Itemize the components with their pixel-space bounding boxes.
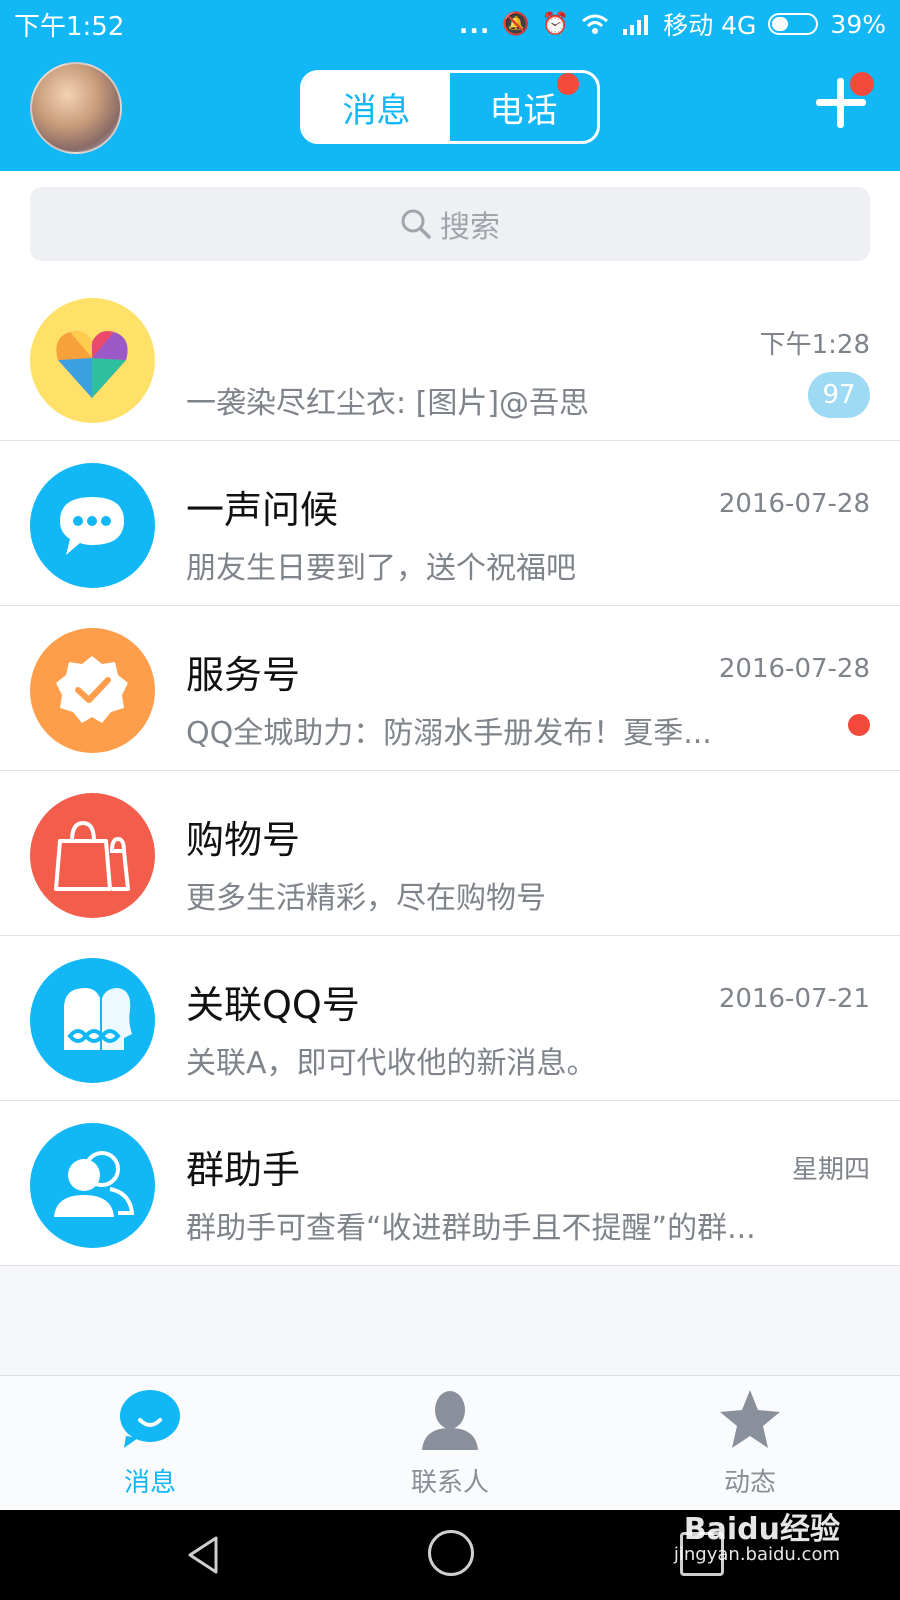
- mute-bell-icon: 🔕: [502, 11, 530, 37]
- conversation-name: 服务号: [186, 653, 301, 697]
- calls-unread-dot: [557, 73, 579, 95]
- conversation-preview: 一袭染尽红尘衣: [图片]@吾思: [186, 386, 590, 421]
- unread-dot: [848, 714, 870, 736]
- conversation-item[interactable]: 群助手 星期四 群助手可查看“收进群助手且不提醒”的群...: [0, 1101, 900, 1266]
- watermark-brand: Baidu经验: [683, 1512, 840, 1547]
- conversation-preview: 群助手可查看“收进群助手且不提醒”的群...: [186, 1211, 756, 1246]
- back-icon[interactable]: [180, 1530, 230, 1580]
- tab-messages[interactable]: 消息: [303, 73, 450, 141]
- add-button[interactable]: [816, 72, 874, 128]
- conversation-item[interactable]: 一声问候 2016-07-28 朋友生日要到了，送个祝福吧: [0, 441, 900, 606]
- unread-count-badge: 97: [808, 372, 870, 418]
- tab-calls-label: 电话: [489, 90, 558, 131]
- tab-feeds[interactable]: 动态: [600, 1376, 900, 1511]
- conversation-name: 一声问候: [186, 488, 339, 532]
- conversation-item[interactable]: 关联QQ号 2016-07-21 关联A，即可代收他的新消息。: [0, 936, 900, 1101]
- tab-contacts[interactable]: 联系人: [300, 1376, 600, 1511]
- tab-messages-bottom[interactable]: 消息: [0, 1376, 300, 1511]
- search-input[interactable]: 搜索: [30, 187, 870, 261]
- contacts-icon: [418, 1388, 482, 1452]
- search-icon: [400, 208, 432, 240]
- heart-icon: [30, 298, 155, 423]
- conversation-item[interactable]: 购物号 更多生活精彩，尽在购物号: [0, 771, 900, 936]
- battery-percent: 39%: [830, 9, 886, 39]
- conversation-name: 购物号: [186, 818, 301, 862]
- alarm-icon: ⏰: [541, 11, 570, 37]
- conversation-time: 下午1:28: [759, 330, 870, 360]
- search-area: 搜索: [0, 171, 900, 276]
- conversation-time: 2016-07-28: [718, 489, 870, 519]
- status-bar: 下午1:52 ... 🔕 ⏰ 移动 4G 39%: [0, 0, 900, 46]
- carrier-label: 移动 4G: [663, 11, 757, 40]
- conversation-name: 群助手: [186, 1148, 301, 1192]
- conversation-preview: 更多生活精彩，尽在购物号: [186, 881, 546, 916]
- conversation-preview: 朋友生日要到了，送个祝福吧: [186, 551, 576, 586]
- home-icon[interactable]: [428, 1530, 474, 1576]
- conversation-preview: 关联A，即可代收他的新消息。: [186, 1046, 597, 1081]
- conversation-preview: QQ全城助力：防溺水手册发布！夏季...: [186, 716, 712, 751]
- signal-icon: [623, 15, 649, 35]
- tab-messages-bottom-label: 消息: [123, 1468, 176, 1498]
- more-notifications-icon: ...: [458, 9, 491, 39]
- tab-calls[interactable]: 电话: [450, 73, 597, 141]
- battery-icon: [768, 13, 819, 35]
- linked-account-icon: [30, 958, 155, 1083]
- conversation-item[interactable]: 服务号 2016-07-28 QQ全城助力：防溺水手册发布！夏季...: [0, 606, 900, 771]
- tab-contacts-label: 联系人: [410, 1468, 489, 1498]
- group-helper-icon: [30, 1123, 155, 1248]
- service-badge-icon: [30, 628, 155, 753]
- conversation-name: 关联QQ号: [186, 983, 360, 1027]
- tab-feeds-label: 动态: [723, 1468, 776, 1498]
- watermark: Baidu经验 jingyan.baidu.com: [674, 1514, 840, 1564]
- chat-bubble-icon: [30, 463, 155, 588]
- search-placeholder: 搜索: [440, 210, 500, 245]
- header-tab-switch: 消息 电话: [300, 70, 600, 144]
- app-header: 消息 电话: [0, 46, 900, 171]
- tab-messages-label: 消息: [342, 90, 411, 131]
- conversation-time: 2016-07-28: [718, 654, 870, 684]
- wifi-icon: [582, 14, 609, 34]
- conversation-time: 星期四: [791, 1155, 870, 1185]
- system-nav-bar: Baidu经验 jingyan.baidu.com: [0, 1510, 900, 1600]
- add-unread-dot: [850, 72, 874, 96]
- status-time: 下午1:52: [14, 12, 125, 42]
- bottom-tab-bar: 消息 联系人 动态: [0, 1375, 900, 1510]
- watermark-url: jingyan.baidu.com: [673, 1543, 840, 1565]
- conversation-item[interactable]: 下午1:28 一袭染尽红尘衣: [图片]@吾思 97: [0, 276, 900, 441]
- shopping-bag-icon: [30, 793, 155, 918]
- conversation-time: 2016-07-21: [718, 984, 870, 1014]
- star-icon: [718, 1388, 782, 1452]
- conversation-list: 下午1:28 一袭染尽红尘衣: [图片]@吾思 97 一声问候 2016-07-…: [0, 276, 900, 1266]
- status-indicators: ... 🔕 ⏰ 移动 4G 39%: [459, 6, 886, 42]
- message-icon: [118, 1388, 182, 1452]
- user-avatar[interactable]: [30, 62, 122, 154]
